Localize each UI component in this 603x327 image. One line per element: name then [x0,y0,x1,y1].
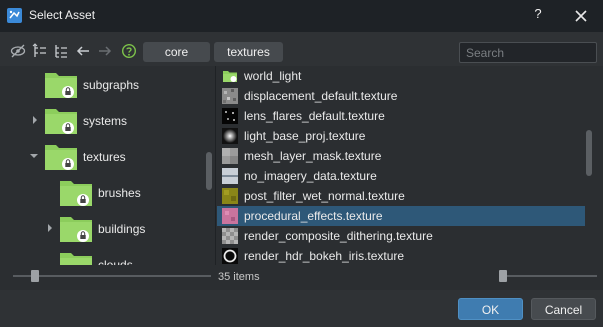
list-item[interactable]: world_light [217,66,585,86]
light-glow-texture-icon [222,128,238,144]
tree-item-subgraphs[interactable]: subgraphs [10,66,206,102]
locked-folder-icon [60,217,92,242]
locked-folder-icon [45,109,77,134]
title-bar: Select Asset ? [0,0,603,32]
locked-folder-icon [60,253,92,265]
list-item-label: render_hdr_bokeh_iris.texture [244,249,405,263]
list-item-label: procedural_effects.texture [244,209,383,223]
locked-folder-icon [60,181,92,206]
list-item[interactable]: no_imagery_data.texture [217,166,585,186]
list-item-selected[interactable]: procedural_effects.texture [217,206,585,226]
breadcrumb-core[interactable]: core [143,42,210,62]
forward-arrow-icon[interactable] [97,43,113,59]
asset-list: world_light displacement_default.texture… [217,66,597,265]
tree-zoom-slider[interactable] [13,275,211,277]
breadcrumb-textures[interactable]: textures [214,42,283,62]
procedural-texture-icon [222,208,238,224]
ok-button[interactable]: OK [458,298,523,320]
list-item[interactable]: render_composite_dithering.texture [217,226,585,246]
app-icon [7,8,22,23]
no-imagery-texture-icon [222,168,238,184]
mask-texture-icon [222,148,238,164]
list-item[interactable]: post_filter_wet_normal.texture [217,186,585,206]
collapse-tree-icon[interactable] [53,43,69,59]
hide-icon[interactable] [10,43,26,59]
list-item-label: world_light [244,69,302,83]
tree-item-label: systems [83,114,128,128]
expand-tree-icon[interactable] [32,43,48,59]
bokeh-iris-texture-icon [222,248,238,264]
tree-item-systems[interactable]: systems [10,102,206,138]
tree-zoom-slider-handle[interactable] [31,270,39,282]
chevron-down-icon[interactable] [29,151,39,161]
item-count: 35 items [218,271,260,283]
locked-folder-icon [45,73,77,98]
tree-scrollbar[interactable] [206,152,212,190]
tree-item-label: clouds [98,258,133,265]
locked-folder-icon [45,145,77,170]
tree-item-label: brushes [98,186,141,200]
folder-tree: subgraphs systems textures brushes build… [10,66,216,265]
tree-item-label: subgraphs [83,78,140,92]
search-input[interactable] [459,42,597,63]
list-item-label: lens_flares_default.texture [244,109,385,123]
list-item-label: light_base_proj.texture [244,129,366,143]
cancel-button[interactable]: Cancel [531,298,596,320]
thumbnail-size-slider[interactable] [500,275,597,277]
folder-icon [223,71,237,82]
thumbnail-size-slider-handle[interactable] [499,270,507,282]
chevron-right-icon[interactable] [30,115,40,125]
help-circle-icon[interactable] [121,43,137,59]
tree-item-brushes[interactable]: brushes [10,174,206,210]
list-item[interactable]: light_base_proj.texture [217,126,585,146]
tree-item-label: buildings [98,222,146,236]
close-icon[interactable] [571,6,591,26]
list-item[interactable]: mesh_layer_mask.texture [217,146,585,166]
tree-item-label: textures [83,150,126,164]
window-title: Select Asset [29,8,96,22]
dialog-footer: OK Cancel [0,290,603,327]
list-item-label: no_imagery_data.texture [244,169,377,183]
help-button[interactable]: ? [530,6,546,24]
tree-item-buildings[interactable]: buildings [10,210,206,246]
tree-item-clouds[interactable]: clouds [10,246,206,265]
list-scrollbar[interactable] [586,130,592,176]
toolbar: core textures [0,32,603,66]
list-item-label: post_filter_wet_normal.texture [244,189,405,203]
list-item-label: displacement_default.texture [244,89,398,103]
tree-item-textures[interactable]: textures [10,138,206,174]
list-item-label: mesh_layer_mask.texture [244,149,382,163]
lens-flare-texture-icon [222,108,238,124]
normal-map-texture-icon [222,188,238,204]
chevron-right-icon[interactable] [45,223,55,233]
list-item-label: render_composite_dithering.texture [244,229,433,243]
dithering-texture-icon [222,228,238,244]
list-item[interactable]: render_hdr_bokeh_iris.texture [217,246,585,265]
back-arrow-icon[interactable] [75,43,91,59]
noise-texture-icon [222,88,238,104]
list-item[interactable]: lens_flares_default.texture [217,106,585,126]
list-item[interactable]: displacement_default.texture [217,86,585,106]
